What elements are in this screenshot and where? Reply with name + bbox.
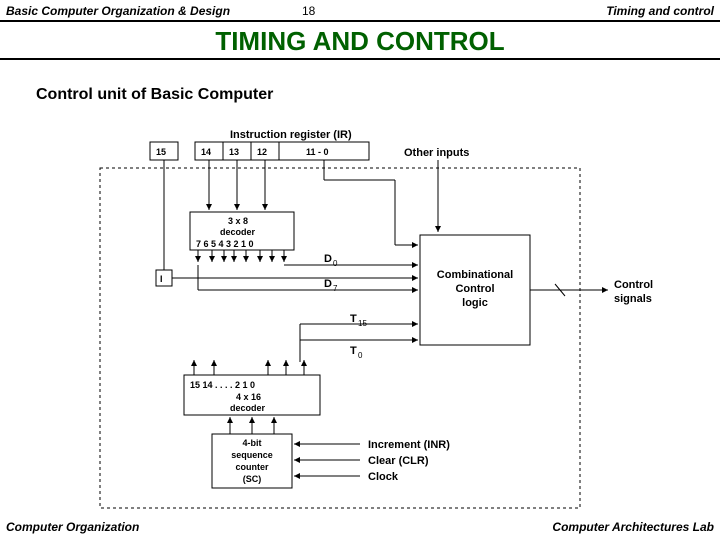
svg-text:7 6 5 4 3 2 1 0: 7 6 5 4 3 2 1 0 — [196, 239, 254, 249]
svg-text:D: D — [324, 278, 332, 290]
svg-text:D: D — [324, 253, 332, 265]
ir-label: Instruction register (IR) — [230, 129, 352, 141]
svg-text:11 - 0: 11 - 0 — [306, 147, 329, 157]
svg-text:4-bit: 4-bit — [243, 438, 262, 448]
svg-text:sequence: sequence — [231, 450, 273, 460]
svg-text:15 14 . . . . 2 1 0: 15 14 . . . . 2 1 0 — [190, 380, 255, 390]
control-signals-l1: Control — [614, 279, 653, 291]
clr-label: Clear (CLR) — [368, 455, 429, 467]
svg-text:15: 15 — [358, 319, 367, 328]
svg-text:0: 0 — [333, 259, 338, 268]
svg-text:4 x 16: 4 x 16 — [236, 392, 261, 402]
svg-text:decoder: decoder — [230, 403, 266, 413]
i-flag: I — [160, 274, 163, 284]
svg-text:(SC): (SC) — [243, 474, 262, 484]
svg-text:15: 15 — [156, 147, 166, 157]
diagram-svg: Instruction register (IR) 15 14 13 12 11… — [0, 0, 720, 540]
clock-label: Clock — [368, 471, 399, 483]
svg-text:14: 14 — [201, 147, 211, 157]
svg-text:counter: counter — [235, 462, 269, 472]
svg-text:logic: logic — [462, 297, 488, 309]
svg-text:13: 13 — [229, 147, 239, 157]
svg-text:T: T — [350, 313, 357, 325]
svg-text:Control: Control — [455, 283, 494, 295]
inr-label: Increment (INR) — [368, 439, 450, 451]
other-inputs-label: Other inputs — [404, 147, 469, 159]
svg-text:0: 0 — [358, 351, 363, 360]
svg-text:12: 12 — [257, 147, 267, 157]
svg-text:T: T — [350, 345, 357, 357]
svg-text:3 x 8: 3 x 8 — [228, 216, 248, 226]
svg-text:Combinational: Combinational — [437, 269, 513, 281]
control-signals-l2: signals — [614, 293, 652, 305]
svg-text:decoder: decoder — [220, 227, 256, 237]
svg-text:7: 7 — [333, 284, 338, 293]
